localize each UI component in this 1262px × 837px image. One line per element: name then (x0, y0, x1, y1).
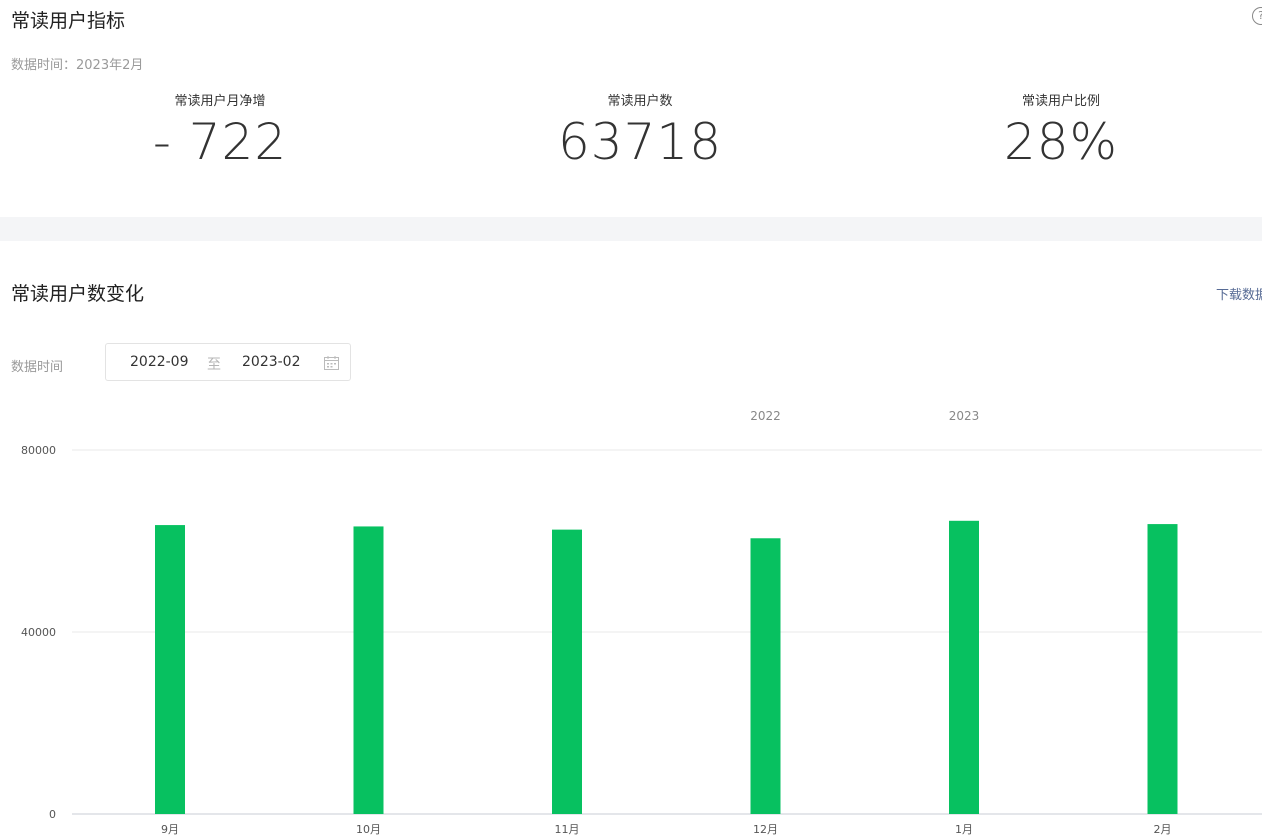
bar (750, 538, 781, 814)
metric-value: - 722 (152, 113, 288, 171)
metric-label: 常读用户比例 (1021, 94, 1100, 109)
bar (552, 529, 582, 814)
y-tick-label: 40000 (21, 626, 56, 639)
metric-user-count: 常读用户数 63718 (490, 90, 790, 171)
help-icon[interactable]: ? (1252, 7, 1262, 25)
x-tick-label: 10月 (356, 823, 381, 836)
download-data-link[interactable]: 下载数据 (1216, 284, 1262, 303)
bar (1147, 524, 1178, 814)
date-range-picker[interactable]: 2022-09 至 2023-02 (105, 343, 351, 381)
bar (353, 526, 384, 814)
metrics-title: 常读用户指标 (11, 10, 126, 32)
range-label: 数据时间 (11, 360, 64, 375)
metric-label: 常读用户数 (607, 94, 673, 109)
bar (155, 525, 185, 814)
y-tick-label: 80000 (21, 444, 56, 457)
range-separator: 至 (207, 357, 221, 373)
calendar-icon[interactable] (324, 356, 339, 370)
metric-value: 28% (1003, 113, 1119, 171)
x-tick-label: 11月 (555, 823, 580, 836)
page: 常读用户指标 ? 数据时间：2023年2月 常读用户月净增 - 722 常读用户… (0, 0, 1262, 837)
trend-title: 常读用户数变化 (11, 283, 145, 305)
metric-value: 63718 (557, 113, 723, 171)
range-start[interactable]: 2022-09 (130, 354, 189, 370)
x-tick-label: 2月 (1154, 823, 1172, 836)
range-end[interactable]: 2023-02 (242, 354, 301, 370)
year-label: 2022 (750, 409, 781, 423)
x-tick-label: 9月 (161, 823, 179, 836)
metric-label: 常读用户月净增 (174, 94, 266, 109)
year-label: 2023 (949, 409, 980, 423)
metrics-data-time: 数据时间：2023年2月 (11, 58, 144, 73)
x-tick-label: 1月 (955, 823, 973, 836)
bar (949, 520, 979, 814)
y-tick-label: 0 (49, 808, 56, 821)
section-divider (0, 217, 1262, 241)
metric-user-ratio: 常读用户比例 28% (911, 90, 1211, 171)
user-count-bar-chart: 0 40000 80000 9月 10月 11月 12月 1月 2月 2022 2023 (21, 409, 1262, 836)
metric-net-increase: 常读用户月净增 - 722 (70, 90, 370, 171)
user-metrics-section: 常读用户指标 ? 数据时间：2023年2月 常读用户月净增 - 722 常读用户… (0, 0, 1262, 217)
x-tick-label: 12月 (753, 823, 778, 836)
